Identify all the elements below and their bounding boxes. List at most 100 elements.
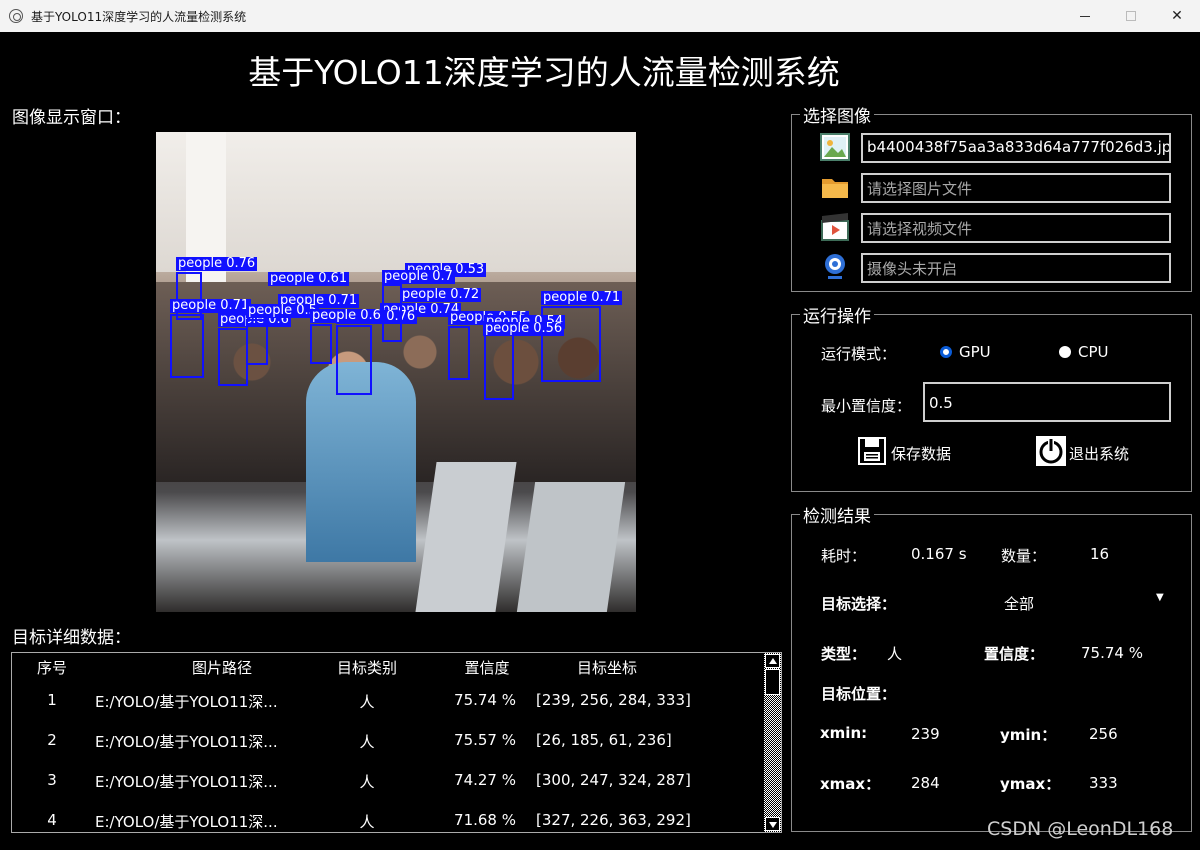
min-conf-input[interactable]: 0.5 <box>923 382 1171 422</box>
folder-icon[interactable] <box>820 172 850 202</box>
table-header-cell[interactable]: 图片路径 <box>112 657 332 678</box>
table-cell[interactable]: 1 <box>22 691 82 709</box>
minimize-button[interactable] <box>1062 0 1108 32</box>
detection-box <box>218 328 248 386</box>
minimize-icon <box>1080 15 1090 17</box>
table-cell[interactable]: 3 <box>22 771 82 789</box>
table-cell[interactable]: 人 <box>312 771 422 792</box>
detail-table: 序号 图片路径 目标类别 置信度 目标坐标 1 E:/YOLO/基于YOLO11深... 人 7… <box>11 652 782 833</box>
save-data-button[interactable]: 保存数据 <box>891 443 951 464</box>
window-title: 基于YOLO11深度学习的人流量检测系统 <box>31 10 247 24</box>
time-value: 0.167 s <box>911 545 967 563</box>
exit-system-button[interactable]: 退出系统 <box>1069 443 1129 464</box>
type-label: 类型： <box>821 645 867 663</box>
window-titlebar: 基于YOLO11深度学习的人流量检测系统 ✕ <box>0 0 1200 32</box>
scroll-down-icon[interactable] <box>765 817 780 831</box>
camera-field[interactable]: 摄像头未开启 <box>861 253 1171 283</box>
table-cell[interactable]: E:/YOLO/基于YOLO11深... <box>95 771 315 792</box>
table-cell[interactable]: [26, 185, 61, 236] <box>536 731 736 749</box>
ymax-value: 333 <box>1089 774 1118 792</box>
detection-label: people 0.71 <box>541 290 623 305</box>
webcam-icon[interactable] <box>820 252 850 282</box>
scroll-up-icon[interactable] <box>765 654 780 668</box>
table-cell[interactable]: E:/YOLO/基于YOLO11深... <box>95 691 315 712</box>
table-header-cell[interactable]: 目标坐标 <box>507 657 707 678</box>
table-cell[interactable]: 人 <box>312 731 422 752</box>
close-button[interactable]: ✕ <box>1154 0 1200 32</box>
conf-value: 75.74 % <box>1081 644 1143 662</box>
detection-label: people 0.5 <box>246 303 319 318</box>
watermark: CSDN @LeonDL168 <box>987 818 1174 840</box>
run-ops-title: 运行操作 <box>800 302 874 327</box>
min-conf-label: 最小置信度： <box>821 397 912 415</box>
xmax-label: xmax： <box>820 775 881 793</box>
count-value: 16 <box>1090 545 1110 563</box>
detection-box <box>310 324 332 364</box>
detection-box <box>336 325 372 395</box>
cpu-radio[interactable] <box>1059 346 1071 358</box>
target-select-label: 目标选择： <box>821 595 897 613</box>
detection-label: people 0.7 <box>382 269 455 284</box>
type-value: 人 <box>887 645 903 663</box>
detection-label: people 0.6 <box>310 308 383 323</box>
time-label: 耗时： <box>821 547 867 565</box>
table-cell[interactable]: 74.27 % <box>432 771 516 789</box>
save-icon[interactable] <box>857 436 887 466</box>
app-icon <box>9 9 23 23</box>
detection-label: people 0.71 <box>170 298 252 313</box>
detection-box <box>170 314 204 378</box>
table-header-cell[interactable]: 序号 <box>22 657 82 678</box>
xmin-label: xmin: <box>820 724 868 742</box>
table-label: 目标详细数据： <box>12 628 131 648</box>
detection-label: people 0.76 <box>176 256 258 271</box>
table-cell[interactable]: [327, 226, 363, 292] <box>536 811 736 829</box>
table-cell[interactable]: [239, 256, 284, 333] <box>536 691 736 709</box>
scroll-thumb[interactable] <box>765 669 780 695</box>
video-file-icon[interactable] <box>820 212 850 242</box>
table-cell[interactable]: 人 <box>312 691 422 712</box>
detection-label: people 0.72 <box>400 287 482 302</box>
ymin-label: ymin： <box>1000 726 1057 744</box>
page-title: 基于YOLO11深度学习的人流量检测系统 <box>248 53 840 92</box>
detection-box <box>448 326 470 380</box>
results-title: 检测结果 <box>800 502 874 527</box>
table-cell[interactable]: E:/YOLO/基于YOLO11深... <box>95 731 315 752</box>
video-select-field[interactable]: 请选择视频文件 <box>861 213 1171 243</box>
image-panel-label: 图像显示窗口： <box>12 108 131 128</box>
cpu-radio-label[interactable]: CPU <box>1078 343 1109 361</box>
run-mode-label: 运行模式： <box>821 345 897 363</box>
detection-label: people 0.61 <box>268 271 350 286</box>
target-select-dropdown[interactable]: 全部 <box>1004 593 1034 614</box>
detection-box <box>382 284 402 342</box>
image-select-field[interactable]: 请选择图片文件 <box>861 173 1171 203</box>
table-cell[interactable]: E:/YOLO/基于YOLO11深... <box>95 811 315 832</box>
table-cell[interactable]: 75.57 % <box>432 731 516 749</box>
table-cell[interactable]: 71.68 % <box>432 811 516 829</box>
xmax-value: 284 <box>911 774 940 792</box>
count-label: 数量： <box>1001 547 1047 565</box>
gpu-radio-label[interactable]: GPU <box>959 343 991 361</box>
table-cell[interactable]: 4 <box>22 811 82 829</box>
power-icon[interactable] <box>1036 436 1066 466</box>
xmin-value: 239 <box>911 725 940 743</box>
gpu-radio[interactable] <box>940 346 952 358</box>
ymin-value: 256 <box>1089 725 1118 743</box>
detection-box <box>246 319 268 365</box>
select-image-title: 选择图像 <box>800 102 874 127</box>
table-header-cell[interactable]: 目标类别 <box>312 657 422 678</box>
image-file-field[interactable]: b4400438f75aa3a833d64a777f026d3.jpg <box>861 133 1171 163</box>
table-cell[interactable]: 人 <box>312 811 422 832</box>
table-cell[interactable]: 2 <box>22 731 82 749</box>
maximize-icon <box>1126 11 1136 21</box>
ymax-label: ymax： <box>1000 775 1061 793</box>
detection-box <box>484 330 514 400</box>
detection-label: people 0.56 <box>483 321 565 336</box>
conf-label: 置信度： <box>984 645 1045 663</box>
table-cell[interactable]: [300, 247, 324, 287] <box>536 771 736 789</box>
table-scrollbar[interactable] <box>764 653 781 832</box>
position-label: 目标位置： <box>821 685 897 703</box>
image-file-icon[interactable] <box>820 132 850 162</box>
table-cell[interactable]: 75.74 % <box>432 691 516 709</box>
maximize-button[interactable] <box>1108 0 1154 32</box>
chevron-down-icon[interactable]: ▼ <box>1156 592 1164 603</box>
